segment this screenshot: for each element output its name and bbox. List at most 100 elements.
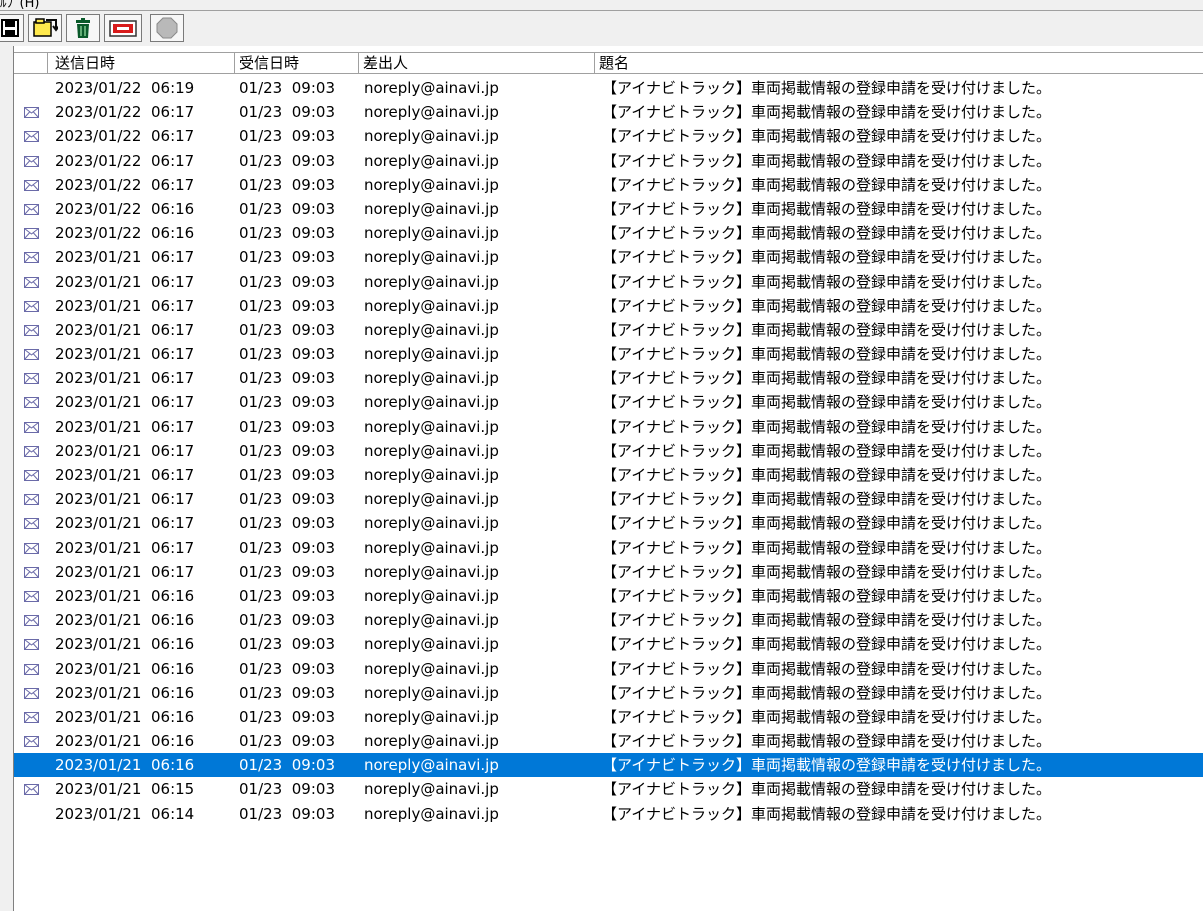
mailbox-delete-icon [109, 20, 137, 37]
row-subject: 【アイナビトラック】車両掲載情報の登録申請を受け付けました。 [602, 707, 1051, 726]
move-to-folder-button[interactable] [28, 14, 62, 42]
table-row[interactable]: 2023/01/21 06:17 01/23 09:03 noreply@ainav… [14, 487, 1203, 511]
table-row[interactable]: 2023/01/21 06:17 01/23 09:03 noreply@ainav… [14, 463, 1203, 487]
row-received: 01/23 09:03 [239, 611, 335, 630]
folder-move-icon [33, 18, 58, 37]
envelope-icon [24, 494, 39, 506]
row-icon-cell [24, 657, 44, 681]
table-row[interactable]: 2023/01/22 06:17 01/23 09:03 noreply@ainav… [14, 124, 1203, 148]
table-row-selected[interactable]: 2023/01/21 06:16 01/23 09:03 noreply@ainav… [14, 753, 1203, 778]
table-row[interactable]: 2023/01/21 06:17 01/23 09:03 noreply@ainav… [14, 270, 1203, 294]
row-received: 01/23 09:03 [239, 369, 335, 388]
table-row[interactable]: 2023/01/21 06:16 01/23 09:03 noreply@ainav… [14, 729, 1203, 753]
row-sent: 2023/01/21 06:16 [55, 756, 195, 775]
row-received: 01/23 09:03 [239, 466, 335, 484]
row-from: noreply@ainavi.jp [364, 780, 499, 799]
row-from: noreply@ainavi.jp [364, 79, 499, 97]
row-received: 01/23 09:03 [239, 441, 335, 460]
row-icon-cell [24, 777, 44, 801]
row-received: 01/23 09:03 [239, 514, 335, 533]
table-row[interactable]: 2023/01/21 06:17 01/23 09:03 noreply@ainav… [14, 511, 1203, 535]
row-from: noreply@ainavi.jp [364, 103, 499, 122]
row-from: noreply@ainavi.jp [364, 248, 499, 267]
table-row[interactable]: 2023/01/22 06:16 01/23 09:03 noreply@ainav… [14, 197, 1203, 221]
stop-button[interactable] [150, 14, 184, 42]
row-subject: 【アイナビトラック】車両掲載情報の登録申請を受け付けました。 [602, 804, 1051, 823]
table-row[interactable]: 2023/01/21 06:17 01/23 09:03 noreply@ainav… [14, 342, 1203, 366]
row-sent: 2023/01/21 06:17 [55, 248, 195, 267]
table-row[interactable]: 2023/01/21 06:14 01/23 09:03 noreply@ainav… [14, 802, 1203, 826]
envelope-icon [24, 203, 39, 215]
row-from: noreply@ainavi.jp [364, 345, 499, 364]
column-header-received[interactable]: 受信日時 [235, 53, 359, 73]
row-from: noreply@ainavi.jp [364, 272, 499, 291]
row-icon-cell [24, 705, 44, 729]
table-row[interactable]: 2023/01/21 06:16 01/23 09:03 noreply@ainav… [14, 657, 1203, 681]
table-row[interactable]: 2023/01/21 06:16 01/23 09:03 noreply@ainav… [14, 705, 1203, 729]
table-row[interactable]: 2023/01/21 06:16 01/23 09:03 noreply@ainav… [14, 584, 1203, 608]
table-row[interactable]: 2023/01/21 06:15 01/23 09:03 noreply@ainav… [14, 777, 1203, 801]
table-row[interactable]: 2023/01/21 06:17 01/23 09:03 noreply@ainav… [14, 439, 1203, 463]
table-row[interactable]: 2023/01/22 06:19 01/23 09:03 noreply@ainav… [14, 76, 1203, 100]
table-row[interactable]: 2023/01/21 06:16 01/23 09:03 noreply@ainav… [14, 681, 1203, 705]
row-icon-cell [24, 753, 44, 777]
row-icon-cell [24, 560, 44, 584]
row-sent: 2023/01/21 06:15 [55, 780, 195, 799]
envelope-icon [24, 131, 39, 143]
table-row[interactable]: 2023/01/21 06:17 01/23 09:03 noreply@ainav… [14, 415, 1203, 439]
delete-button[interactable] [66, 14, 100, 42]
row-subject: 【アイナビトラック】車両掲載情報の登録申請を受け付けました。 [602, 586, 1051, 605]
row-sent: 2023/01/21 06:16 [55, 635, 195, 654]
table-row[interactable]: 2023/01/21 06:17 01/23 09:03 noreply@ainav… [14, 560, 1203, 584]
envelope-icon [24, 300, 39, 312]
row-sent: 2023/01/22 06:17 [55, 151, 195, 170]
row-sent: 2023/01/22 06:16 [55, 224, 195, 243]
table-row[interactable]: 2023/01/21 06:17 01/23 09:03 noreply@ainav… [14, 536, 1203, 560]
save-button[interactable] [0, 14, 24, 42]
table-row[interactable]: 2023/01/22 06:17 01/23 09:03 noreply@ainav… [14, 149, 1203, 173]
table-row[interactable]: 2023/01/21 06:17 01/23 09:03 noreply@ainav… [14, 294, 1203, 318]
table-row[interactable]: 2023/01/21 06:16 01/23 09:03 noreply@ainav… [14, 608, 1203, 632]
menu-help-partial[interactable]: ﾙﾌﾟ(H) [0, 0, 39, 10]
table-row[interactable]: 2023/01/21 06:17 01/23 09:03 noreply@ainav… [14, 390, 1203, 414]
row-from: noreply@ainavi.jp [364, 732, 499, 751]
row-subject: 【アイナビトラック】車両掲載情報の登録申請を受け付けました。 [602, 490, 1051, 509]
row-subject: 【アイナビトラック】車両掲載情報の登録申請を受け付けました。 [602, 441, 1051, 460]
column-header-icon[interactable] [14, 53, 48, 73]
delete-from-server-button[interactable] [104, 14, 142, 42]
row-icon-cell [24, 76, 44, 100]
table-row[interactable]: 2023/01/21 06:17 01/23 09:03 noreply@ainav… [14, 245, 1203, 269]
table-row[interactable]: 2023/01/22 06:16 01/23 09:03 noreply@ainav… [14, 221, 1203, 245]
row-icon-cell [24, 632, 44, 656]
row-received: 01/23 09:03 [239, 417, 335, 436]
row-received: 01/23 09:03 [239, 635, 335, 654]
table-row[interactable]: 2023/01/21 06:17 01/23 09:03 noreply@ainav… [14, 318, 1203, 342]
row-subject: 【アイナビトラック】車両掲載情報の登録申請を受け付けました。 [602, 127, 1051, 146]
envelope-icon [24, 324, 39, 336]
row-subject: 【アイナビトラック】車両掲載情報の登録申請を受け付けました。 [602, 562, 1051, 581]
row-sent: 2023/01/21 06:16 [55, 707, 195, 726]
table-row[interactable]: 2023/01/22 06:17 01/23 09:03 noreply@ainav… [14, 173, 1203, 197]
left-pane-edge[interactable] [0, 46, 14, 911]
column-header-from[interactable]: 差出人 [359, 53, 595, 73]
envelope-icon [24, 397, 39, 409]
envelope-icon [24, 711, 39, 723]
row-subject: 【アイナビトラック】車両掲載情報の登録申請を受け付けました。 [602, 780, 1051, 799]
row-icon-cell [24, 536, 44, 560]
table-row[interactable]: 2023/01/22 06:17 01/23 09:03 noreply@ainav… [14, 100, 1203, 124]
table-row[interactable]: 2023/01/21 06:17 01/23 09:03 noreply@ainav… [14, 366, 1203, 390]
row-from: noreply@ainavi.jp [364, 659, 499, 678]
row-subject: 【アイナビトラック】車両掲載情報の登録申請を受け付けました。 [602, 224, 1051, 243]
column-header-subject[interactable]: 題名 [595, 53, 1203, 73]
row-from: noreply@ainavi.jp [364, 175, 499, 194]
column-header-sent[interactable]: 送信日時 [48, 53, 235, 73]
envelope-icon [24, 252, 39, 264]
row-sent: 2023/01/21 06:17 [55, 441, 195, 460]
row-icon-cell [24, 221, 44, 245]
envelope-icon [24, 542, 39, 554]
row-from: noreply@ainavi.jp [364, 683, 499, 702]
message-list[interactable]: 送信日時 受信日時 差出人 題名 2023/01/22 06:19 01/23 0… [14, 46, 1203, 911]
table-row[interactable]: 2023/01/21 06:16 01/23 09:03 noreply@ainav… [14, 632, 1203, 656]
envelope-icon [24, 349, 39, 361]
row-received: 01/23 09:03 [239, 586, 335, 605]
